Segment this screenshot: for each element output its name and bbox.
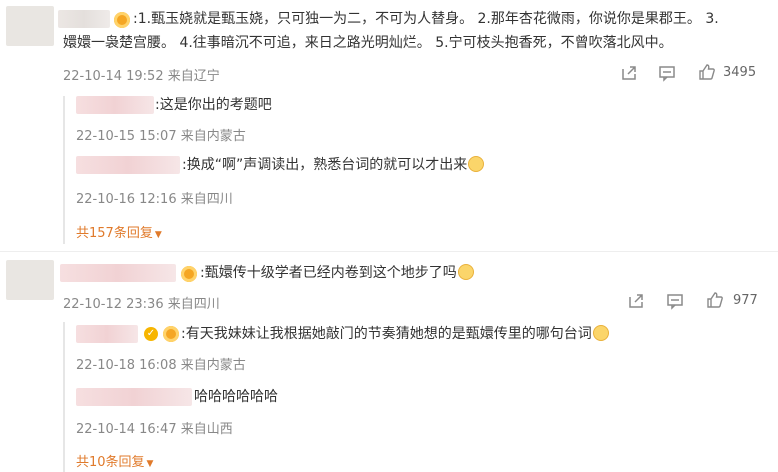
more-replies-link[interactable]: 共157条回复 ▼ bbox=[76, 222, 162, 241]
reply-date: 22-10-15 15:07 来自内蒙古 bbox=[76, 129, 246, 144]
comment-icon[interactable] bbox=[658, 64, 676, 82]
username[interactable] bbox=[60, 264, 176, 282]
comment-date: 22-10-12 23:36 来自四川 bbox=[63, 297, 220, 312]
comment-text-line1: :1.甄玉娆就是甄玉娆，只可独一为二，不可为人替身。 2.那年杏花微雨，你说你是… bbox=[133, 11, 719, 27]
caret-down-icon: ▼ bbox=[154, 230, 162, 240]
like-count: 3495 bbox=[723, 65, 757, 80]
reply-date: 22-10-14 16:47 来自山西 bbox=[76, 422, 233, 437]
reply-username[interactable] bbox=[76, 96, 154, 114]
reply-username[interactable] bbox=[76, 388, 192, 406]
reply-text: 哈哈哈哈哈哈 bbox=[194, 389, 278, 405]
comment-text: :甄嬛传十级学者已经内卷到这个地步了吗 bbox=[200, 262, 474, 284]
thumbs-up-icon[interactable] bbox=[698, 63, 716, 81]
reply-text: :有天我妹妹让我根据她敲门的节奏猜她想的是甄嬛传里的哪句台词 bbox=[181, 323, 609, 345]
like-count: 977 bbox=[733, 293, 758, 308]
comment-date: 22-10-14 19:52 来自辽宁 bbox=[63, 69, 220, 84]
emoji-icon bbox=[468, 156, 485, 172]
reply-text: :这是你出的考题吧 bbox=[155, 97, 272, 113]
avatar[interactable] bbox=[6, 260, 54, 300]
username[interactable] bbox=[58, 10, 110, 28]
reply-username[interactable] bbox=[76, 325, 138, 343]
reply-thread-line bbox=[63, 322, 65, 472]
reply-text: :换成“啊”声调读出，熟悉台词的就可以才出来 bbox=[182, 154, 485, 176]
reply-username[interactable] bbox=[76, 156, 180, 174]
reply-thread-line bbox=[63, 96, 65, 244]
caret-down-icon: ▼ bbox=[146, 459, 154, 469]
comment-icon[interactable] bbox=[666, 292, 684, 310]
share-icon[interactable] bbox=[627, 292, 645, 310]
avatar[interactable] bbox=[6, 6, 54, 46]
fan-badge-icon bbox=[114, 12, 130, 28]
fan-badge-icon bbox=[163, 326, 179, 342]
share-icon[interactable] bbox=[620, 64, 638, 82]
reply-date: 22-10-18 16:08 来自内蒙古 bbox=[76, 358, 246, 373]
divider bbox=[0, 251, 778, 252]
more-replies-link[interactable]: 共10条回复 ▼ bbox=[76, 451, 153, 470]
emoji-icon bbox=[592, 325, 609, 341]
thumbs-up-icon[interactable] bbox=[706, 291, 724, 309]
comment-text-line2: 嬛嬛一袅楚宫腰。 4.往事暗沉不可追，来日之路光明灿烂。 5.宁可枝头抱香死，不… bbox=[63, 35, 673, 51]
verified-badge-icon: ✓ bbox=[144, 327, 158, 341]
emoji-icon bbox=[457, 264, 474, 280]
fan-badge-icon bbox=[181, 266, 197, 282]
reply-date: 22-10-16 12:16 来自四川 bbox=[76, 192, 233, 207]
